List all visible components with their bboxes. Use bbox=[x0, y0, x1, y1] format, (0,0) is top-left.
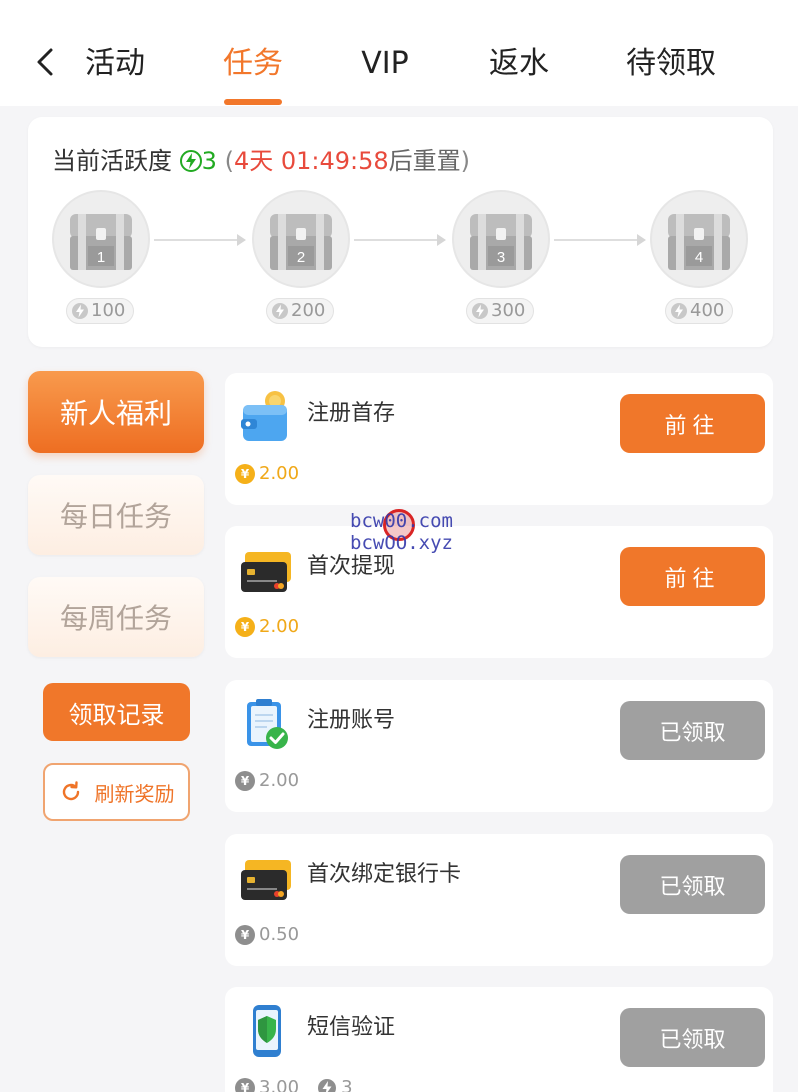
open-paren: ( bbox=[224, 147, 234, 175]
task-name: 注册首存 bbox=[307, 401, 396, 426]
treasure-chest-3[interactable]: 3 bbox=[452, 190, 550, 288]
bolt-icon bbox=[72, 303, 88, 319]
category-daily[interactable]: 每日任务 bbox=[28, 475, 204, 555]
task-name: 首次绑定银行卡 bbox=[307, 862, 462, 887]
task-reward: ¥ 3.00 3 bbox=[235, 1077, 353, 1092]
task-name: 注册账号 bbox=[307, 708, 396, 733]
chest-requirement-2: 200 bbox=[266, 298, 335, 324]
activity-score: 3 bbox=[201, 147, 217, 175]
bolt-icon bbox=[179, 150, 202, 172]
claimed-button[interactable]: 已领取 bbox=[620, 1008, 765, 1067]
bank-card-icon bbox=[239, 542, 295, 598]
top-nav: 活动 任务 VIP 返水 待领取 bbox=[0, 0, 798, 106]
treasure-chest-1[interactable]: 1 bbox=[52, 190, 150, 288]
wallet-icon bbox=[239, 389, 295, 445]
tab-activity[interactable]: 活动 bbox=[84, 44, 146, 84]
svg-text:1: 1 bbox=[97, 249, 105, 266]
tab-rebate[interactable]: 返水 bbox=[488, 44, 550, 84]
back-icon[interactable] bbox=[30, 44, 60, 80]
progress-connector bbox=[354, 234, 446, 246]
treasure-chest-icon: 4 bbox=[668, 214, 730, 270]
task-card: 注册账号 ¥ 2.00 已领取 bbox=[225, 680, 773, 812]
category-weekly[interactable]: 每周任务 bbox=[28, 577, 204, 657]
activity-title: 当前活跃度 3 (4天 01:49:58后重置) bbox=[52, 145, 470, 177]
refresh-icon bbox=[62, 781, 79, 801]
bank-card-icon bbox=[239, 850, 295, 906]
treasure-chest-icon: 3 bbox=[470, 214, 532, 270]
reset-timer: 4天 01:49:58 bbox=[233, 147, 389, 175]
category-new-user[interactable]: 新人福利 bbox=[28, 371, 204, 453]
activity-label: 当前活跃度 bbox=[52, 147, 172, 175]
bolt-icon bbox=[472, 303, 488, 319]
chest-requirement-3: 300 bbox=[466, 298, 535, 324]
tab-tasks[interactable]: 任务 bbox=[222, 44, 284, 84]
task-card: 注册首存 ¥ 2.00 前往 bbox=[225, 373, 773, 505]
claimed-button[interactable]: 已领取 bbox=[620, 701, 765, 760]
task-reward: ¥ 0.50 bbox=[235, 924, 299, 945]
task-reward: ¥ 2.00 bbox=[235, 616, 299, 637]
watermark: bcw00.com bcwOO.xyz bbox=[350, 510, 453, 554]
task-name: 首次提现 bbox=[307, 554, 396, 579]
treasure-chest-2[interactable]: 2 bbox=[252, 190, 350, 288]
treasure-chest-4[interactable]: 4 bbox=[650, 190, 748, 288]
task-reward: ¥ 2.00 bbox=[235, 770, 299, 791]
progress-connector bbox=[554, 234, 646, 246]
task-card: 首次绑定银行卡 ¥ 0.50 已领取 bbox=[225, 834, 773, 966]
progress-connector bbox=[154, 234, 246, 246]
refresh-rewards-label: 刷新奖励 bbox=[94, 781, 175, 806]
treasure-chest-icon: 2 bbox=[270, 214, 332, 270]
active-tab-indicator bbox=[224, 99, 282, 105]
claimed-button[interactable]: 已领取 bbox=[620, 855, 765, 914]
clipboard-check-icon bbox=[239, 696, 295, 752]
chest-requirement-1: 100 bbox=[66, 298, 135, 324]
coin-icon: ¥ bbox=[235, 616, 255, 637]
task-name: 短信验证 bbox=[307, 1015, 396, 1040]
tab-pending[interactable]: 待领取 bbox=[624, 44, 718, 84]
bolt-icon bbox=[671, 303, 687, 319]
coin-icon: ¥ bbox=[235, 1077, 255, 1092]
go-button[interactable]: 前往 bbox=[620, 394, 765, 453]
bolt-icon bbox=[272, 303, 288, 319]
tab-vip[interactable]: VIP bbox=[357, 44, 413, 84]
claim-record-button[interactable]: 领取记录 bbox=[43, 683, 190, 741]
svg-text:2: 2 bbox=[297, 249, 305, 266]
close-paren: ) bbox=[460, 147, 470, 175]
task-card: 首次提现 ¥ 2.00 前往 bbox=[225, 526, 773, 658]
chest-requirement-4: 400 bbox=[665, 298, 734, 324]
refresh-rewards-button[interactable]: 刷新奖励 bbox=[43, 763, 190, 821]
coin-icon: ¥ bbox=[235, 463, 255, 484]
task-reward: ¥ 2.00 bbox=[235, 463, 299, 484]
svg-text:4: 4 bbox=[695, 249, 703, 266]
coin-icon: ¥ bbox=[235, 924, 255, 945]
go-button[interactable]: 前往 bbox=[620, 547, 765, 606]
activity-card: 当前活跃度 3 (4天 01:49:58后重置) 1 2 3 4 100 200… bbox=[28, 117, 773, 347]
task-card: 短信验证 ¥ 3.00 3 已领取 bbox=[225, 987, 773, 1092]
bolt-icon bbox=[318, 1078, 337, 1092]
phone-shield-icon bbox=[239, 1003, 295, 1059]
treasure-chest-icon: 1 bbox=[70, 214, 132, 270]
reset-label: 后重置 bbox=[388, 147, 461, 175]
svg-text:3: 3 bbox=[497, 249, 505, 266]
coin-icon: ¥ bbox=[235, 770, 255, 791]
